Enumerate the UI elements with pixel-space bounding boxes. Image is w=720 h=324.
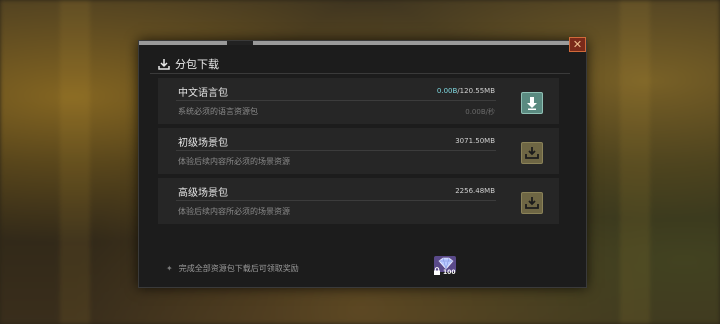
download-icon — [158, 59, 170, 70]
total-size: /120.55MB — [457, 87, 495, 95]
package-description: 体验后续内容所必须的场景资源 — [178, 157, 290, 166]
package-row-chinese-language: 中文语言包 系统必须的语言资源包 0.00B/120.55MB 0.00B/秒 — [158, 78, 559, 124]
close-button[interactable]: ✕ — [569, 37, 586, 52]
package-name: 中文语言包 — [178, 88, 228, 99]
download-button[interactable] — [521, 142, 543, 164]
package-row-advanced-scene: 高级场景包 体验后续内容所必须的场景资源 2256.48MB — [158, 178, 559, 224]
reward-note-text: 完成全部资源包下载后可领取奖励 — [178, 264, 299, 273]
dialog-top-notch — [227, 41, 253, 45]
package-name: 初级场景包 — [178, 138, 228, 149]
arrow-down-icon — [527, 97, 537, 110]
background-stripe — [620, 0, 650, 324]
downloaded-size: 0.00B — [436, 87, 458, 95]
dialog-title: 分包下载 — [175, 58, 219, 71]
total-size: 2256.48MB — [455, 187, 495, 195]
header-divider — [150, 73, 570, 74]
package-row-basic-scene: 初级场景包 体验后续内容所必须的场景资源 3071.50MB — [158, 128, 559, 174]
package-description: 体验后续内容所必须的场景资源 — [178, 207, 290, 216]
dialog-top-border — [139, 41, 586, 45]
download-button[interactable] — [521, 92, 543, 114]
row-divider — [176, 100, 496, 101]
download-tray-icon — [525, 147, 539, 159]
row-divider — [176, 200, 496, 201]
download-button[interactable] — [521, 192, 543, 214]
download-speed: 0.00B/秒 — [465, 108, 495, 116]
total-size: 3071.50MB — [455, 137, 495, 145]
dialog-header: 分包下载 — [158, 56, 219, 72]
reward-note: ✦ 完成全部资源包下载后可领取奖励 — [166, 263, 299, 274]
package-size: 0.00B/120.55MB — [437, 87, 495, 95]
bullet-icon: ✦ — [166, 264, 173, 273]
download-tray-icon — [525, 197, 539, 209]
lock-icon — [434, 267, 440, 275]
reward-item[interactable]: 100 — [433, 255, 457, 277]
reward-count: 100 — [443, 269, 456, 276]
package-name: 高级场景包 — [178, 188, 228, 199]
row-divider — [176, 150, 496, 151]
background-stripe — [60, 0, 90, 324]
package-description: 系统必须的语言资源包 — [178, 107, 258, 116]
